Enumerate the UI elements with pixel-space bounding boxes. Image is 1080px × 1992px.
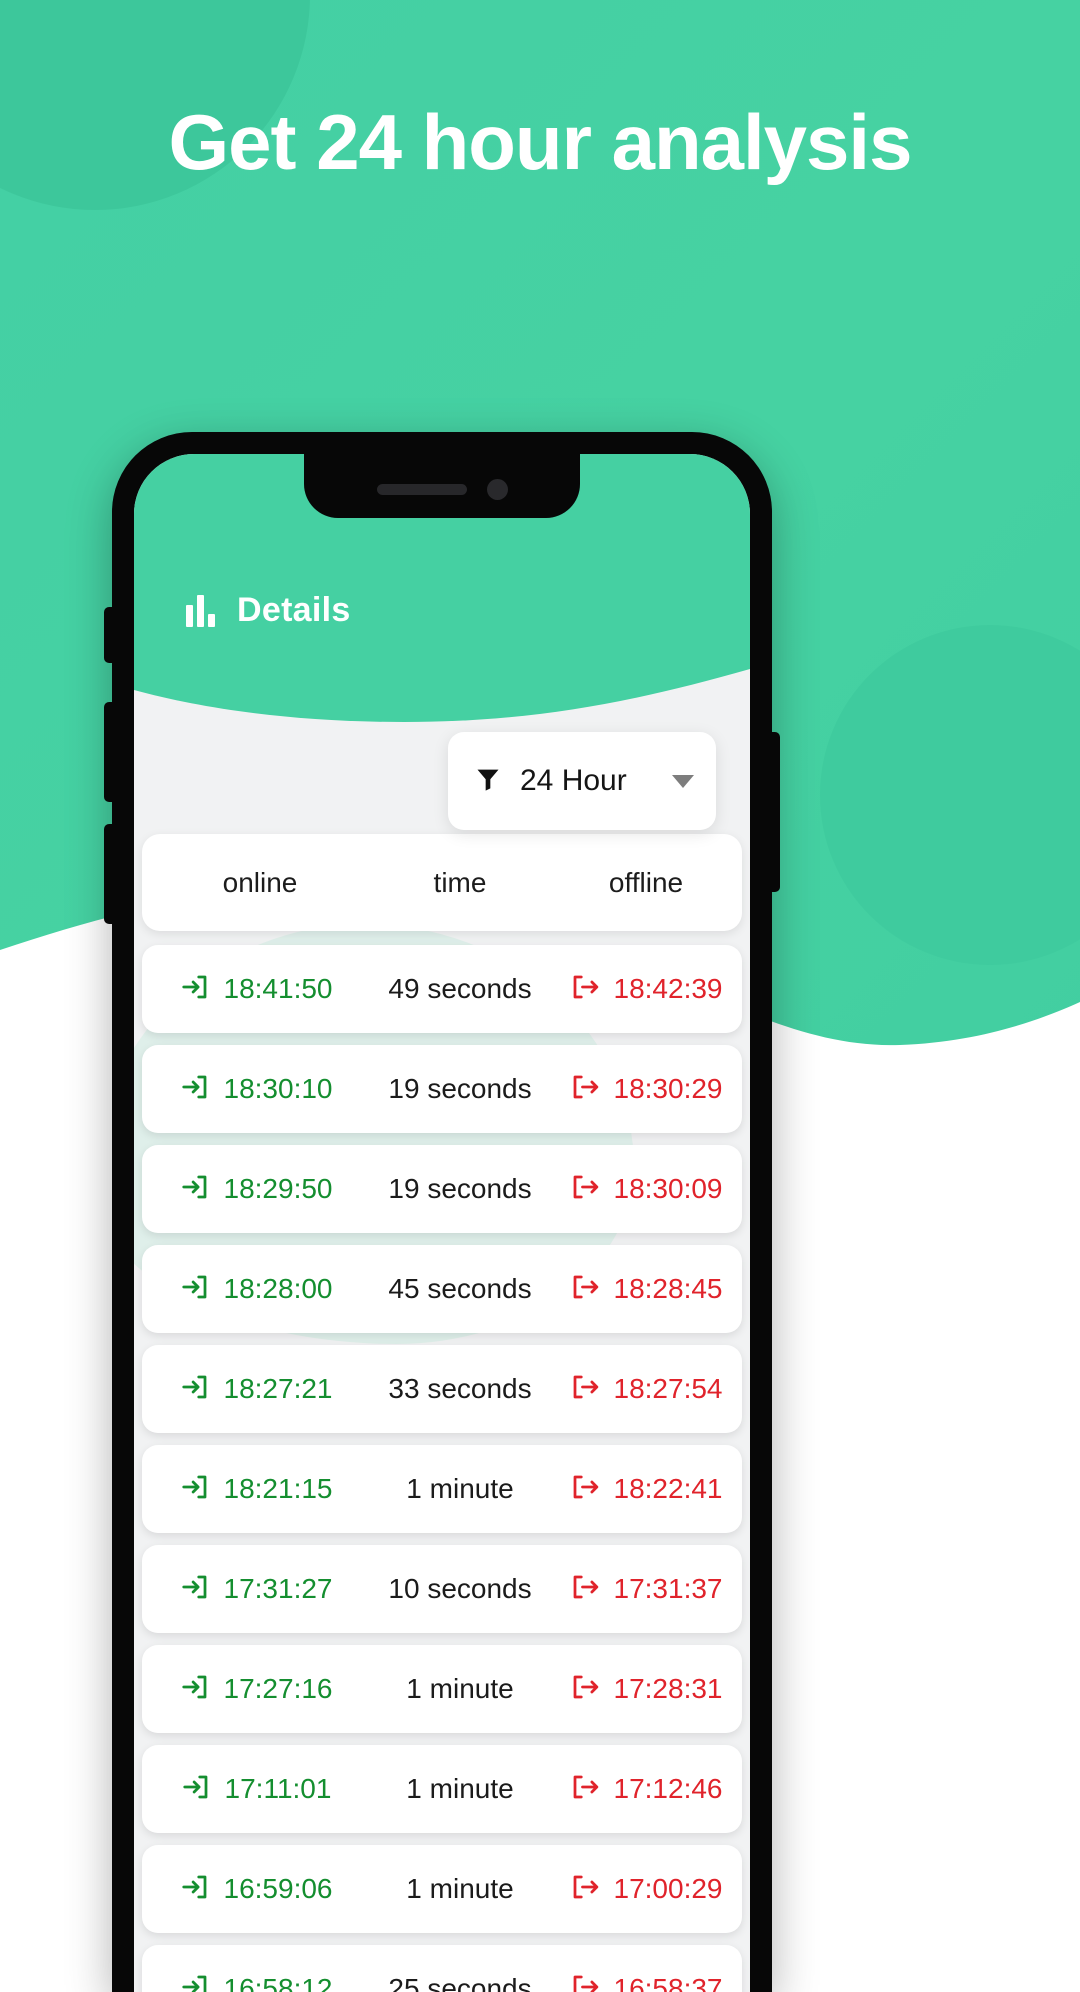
session-duration: 10 seconds: [388, 1573, 531, 1604]
column-header-offline: offline: [550, 867, 742, 899]
offline-time: 18:30:09: [614, 1173, 723, 1205]
online-time: 17:27:16: [224, 1673, 333, 1705]
offline-time: 17:31:37: [614, 1573, 723, 1605]
offline-time: 18:27:54: [614, 1373, 723, 1405]
earpiece-speaker: [377, 484, 467, 495]
phone-power-button: [770, 732, 780, 892]
phone-mute-button: [104, 607, 114, 663]
login-arrow-icon: [180, 1572, 210, 1607]
table-row[interactable]: 18:21:15 1 minute 18:22:41: [142, 1445, 742, 1533]
online-time: 18:27:21: [224, 1373, 333, 1405]
session-duration: 25 seconds: [388, 1973, 531, 1992]
table-row[interactable]: 17:31:27 10 seconds 17:31:37: [142, 1545, 742, 1633]
login-arrow-icon: [180, 1072, 210, 1107]
session-duration: 1 minute: [406, 1773, 513, 1804]
logout-arrow-icon: [570, 1672, 600, 1707]
logout-arrow-icon: [570, 1572, 600, 1607]
front-camera-icon: [487, 479, 508, 500]
session-duration: 1 minute: [406, 1673, 513, 1704]
logout-arrow-icon: [570, 1172, 600, 1207]
logout-arrow-icon: [570, 1972, 600, 1992]
app-title-row: Details: [186, 591, 351, 630]
bar-chart-icon: [186, 595, 215, 627]
logout-arrow-icon: [570, 1372, 600, 1407]
table-row[interactable]: 17:11:01 1 minute 17:12:46: [142, 1745, 742, 1833]
phone-volume-up-button: [104, 702, 114, 802]
time-range-dropdown[interactable]: 24 Hour: [448, 732, 716, 830]
offline-time: 18:22:41: [614, 1473, 723, 1505]
session-duration: 33 seconds: [388, 1373, 531, 1404]
login-arrow-icon: [180, 1272, 210, 1307]
login-arrow-icon: [180, 972, 210, 1007]
funnel-icon: [474, 765, 502, 798]
login-arrow-icon: [180, 1472, 210, 1507]
offline-time: 18:28:45: [614, 1273, 723, 1305]
table-row[interactable]: 18:29:50 19 seconds 18:30:09: [142, 1145, 742, 1233]
session-duration: 49 seconds: [388, 973, 531, 1004]
table-row[interactable]: 16:58:12 25 seconds 16:58:37: [142, 1945, 742, 1992]
online-time: 16:58:12: [224, 1973, 333, 1992]
time-range-value: 24 Hour: [520, 764, 672, 798]
login-arrow-icon: [180, 1872, 210, 1907]
phone-mockup: Details 24 Hour online time offline 18:4…: [112, 432, 772, 1992]
logout-arrow-icon: [570, 1072, 600, 1107]
table-row[interactable]: 18:41:50 49 seconds 18:42:39: [142, 945, 742, 1033]
online-time: 18:30:10: [224, 1073, 333, 1105]
phone-screen: Details 24 Hour online time offline 18:4…: [134, 454, 750, 1992]
session-duration: 19 seconds: [388, 1173, 531, 1204]
table-row[interactable]: 17:27:16 1 minute 17:28:31: [142, 1645, 742, 1733]
session-duration: 45 seconds: [388, 1273, 531, 1304]
chevron-down-icon[interactable]: [672, 775, 694, 788]
session-duration: 1 minute: [406, 1873, 513, 1904]
online-time: 18:29:50: [224, 1173, 333, 1205]
logout-arrow-icon: [570, 972, 600, 1007]
online-time: 17:11:01: [225, 1773, 332, 1805]
login-arrow-icon: [181, 1772, 211, 1807]
login-arrow-icon: [180, 1972, 210, 1992]
offline-time: 17:28:31: [614, 1673, 723, 1705]
phone-volume-down-button: [104, 824, 114, 924]
login-arrow-icon: [180, 1372, 210, 1407]
column-header-online: online: [142, 867, 370, 899]
online-time: 18:41:50: [224, 973, 333, 1005]
session-duration: 1 minute: [406, 1473, 513, 1504]
app-title: Details: [237, 591, 351, 630]
online-time: 16:59:06: [224, 1873, 333, 1905]
phone-notch: [304, 454, 580, 518]
table-body: 18:41:50 49 seconds 18:42:39 18:30:10 19 sec…: [142, 945, 742, 1992]
table-row[interactable]: 18:27:21 33 seconds 18:27:54: [142, 1345, 742, 1433]
logout-arrow-icon: [570, 1272, 600, 1307]
offline-time: 18:42:39: [614, 973, 723, 1005]
offline-time: 17:00:29: [614, 1873, 723, 1905]
online-time: 18:28:00: [224, 1273, 333, 1305]
logout-arrow-icon: [570, 1772, 600, 1807]
login-arrow-icon: [180, 1672, 210, 1707]
session-table: online time offline 18:41:5049 seconds18…: [140, 834, 744, 1992]
page-title: Get 24 hour analysis: [0, 95, 1080, 190]
online-time: 18:21:15: [224, 1473, 333, 1505]
offline-time: 18:30:29: [614, 1073, 723, 1105]
table-header-row: online time offline: [142, 834, 742, 931]
session-duration: 19 seconds: [388, 1073, 531, 1104]
logout-arrow-icon: [570, 1472, 600, 1507]
table-row[interactable]: 18:30:10 19 seconds 18:30:29: [142, 1045, 742, 1133]
online-time: 17:31:27: [224, 1573, 333, 1605]
column-header-time: time: [370, 867, 550, 899]
offline-time: 17:12:46: [614, 1773, 723, 1805]
table-row[interactable]: 18:28:00 45 seconds 18:28:45: [142, 1245, 742, 1333]
logout-arrow-icon: [570, 1872, 600, 1907]
offline-time: 16:58:37: [614, 1973, 723, 1992]
login-arrow-icon: [180, 1172, 210, 1207]
